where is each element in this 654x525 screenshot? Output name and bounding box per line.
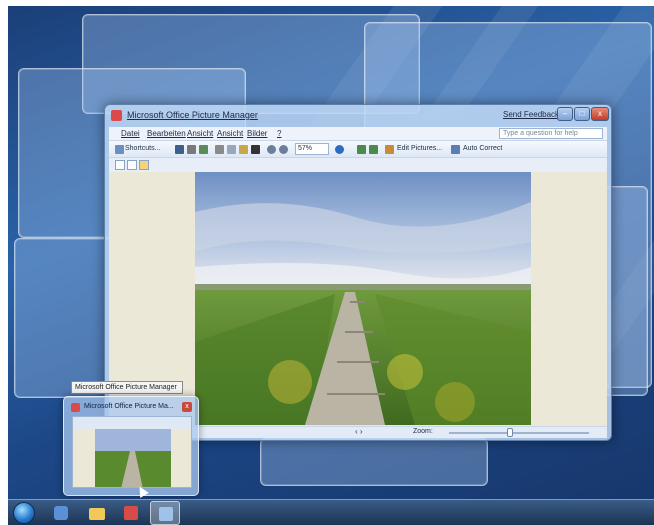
help-icon[interactable] xyxy=(335,145,344,154)
zoom-slider-thumb[interactable] xyxy=(507,428,513,437)
preview-thumbnail-image xyxy=(73,417,191,487)
picture-manager-icon xyxy=(71,403,80,412)
edit-pictures-icon xyxy=(385,145,394,154)
send-feedback-link[interactable]: Send Feedback xyxy=(503,110,559,119)
rotate-left-icon[interactable] xyxy=(357,145,366,154)
preview-thumbnail xyxy=(72,416,192,488)
edit-pictures-button[interactable]: Edit Pictures... xyxy=(397,145,442,152)
menu-ansicht-2[interactable]: Ansicht xyxy=(217,129,243,138)
preview-close-button[interactable]: x xyxy=(182,402,192,412)
auto-correct-icon xyxy=(451,145,460,154)
window-icon xyxy=(159,507,173,521)
email-icon[interactable] xyxy=(199,145,208,154)
preview-title: Microsoft Office Picture Ma... xyxy=(84,403,174,410)
redo-icon[interactable] xyxy=(279,145,288,154)
navigate-arrows[interactable]: ‹ › xyxy=(355,427,363,436)
thumbnail-view-icon[interactable] xyxy=(115,160,125,170)
filmstrip-view-icon[interactable] xyxy=(127,160,137,170)
view-bar xyxy=(109,158,607,172)
picture-manager-icon xyxy=(111,110,122,121)
paste-icon[interactable] xyxy=(239,145,248,154)
ie-icon xyxy=(54,506,68,520)
shortcuts-button[interactable]: Shortcuts... xyxy=(125,145,160,152)
menu-bearbeiten[interactable]: Bearbeiten xyxy=(147,129,186,138)
taskbar-thumbnail-preview[interactable]: Microsoft Office Picture Ma... x xyxy=(63,396,199,496)
toolbar: Shortcuts... 57% Edit Pictures... Auto C… xyxy=(109,141,607,158)
menu-bar: Datei Bearbeiten Ansicht Ansicht Bilder … xyxy=(109,127,607,141)
title-bar[interactable]: Microsoft Office Picture Manager Send Fe… xyxy=(105,105,611,127)
delete-icon[interactable] xyxy=(251,145,260,154)
ghost-window xyxy=(14,238,114,398)
picture-manager-icon xyxy=(124,506,138,520)
close-button[interactable]: x xyxy=(591,107,609,121)
taskbar-tooltip: Microsoft Office Picture Manager xyxy=(71,381,183,394)
window-title: Microsoft Office Picture Manager xyxy=(127,110,258,120)
start-orb-icon[interactable] xyxy=(13,502,35,524)
minimize-button[interactable]: – xyxy=(557,107,573,121)
landscape-photo xyxy=(195,172,531,425)
ghost-window xyxy=(260,438,488,486)
landscape-photo-image xyxy=(195,172,531,425)
zoom-slider[interactable] xyxy=(449,428,589,437)
picture-canvas xyxy=(109,172,607,426)
zoom-label: Zoom: xyxy=(413,428,433,435)
help-search-input[interactable]: Type a question for help xyxy=(499,128,603,139)
auto-correct-button[interactable]: Auto Correct xyxy=(463,145,502,152)
undo-icon[interactable] xyxy=(267,145,276,154)
folder-taskbar-button[interactable] xyxy=(82,501,112,525)
menu-ansicht[interactable]: Ansicht xyxy=(187,129,213,138)
zoom-select[interactable]: 57% xyxy=(295,143,329,155)
save-icon[interactable] xyxy=(175,145,184,154)
window-taskbar-button[interactable] xyxy=(150,501,180,525)
single-picture-view-icon[interactable] xyxy=(139,160,149,170)
menu-help[interactable]: ? xyxy=(277,129,281,138)
ie-taskbar-button[interactable] xyxy=(46,501,76,525)
maximize-button[interactable]: □ xyxy=(574,107,590,121)
rotate-right-icon[interactable] xyxy=(369,145,378,154)
menu-datei[interactable]: Datei xyxy=(121,129,140,138)
print-icon[interactable] xyxy=(187,145,196,154)
cut-icon[interactable] xyxy=(215,145,224,154)
taskbar xyxy=(8,499,654,525)
copy-icon[interactable] xyxy=(227,145,236,154)
folder-icon xyxy=(89,508,105,520)
picture-manager-taskbar-button[interactable] xyxy=(116,501,146,525)
shortcuts-icon xyxy=(115,145,124,154)
menu-bilder[interactable]: Bilder xyxy=(247,129,267,138)
